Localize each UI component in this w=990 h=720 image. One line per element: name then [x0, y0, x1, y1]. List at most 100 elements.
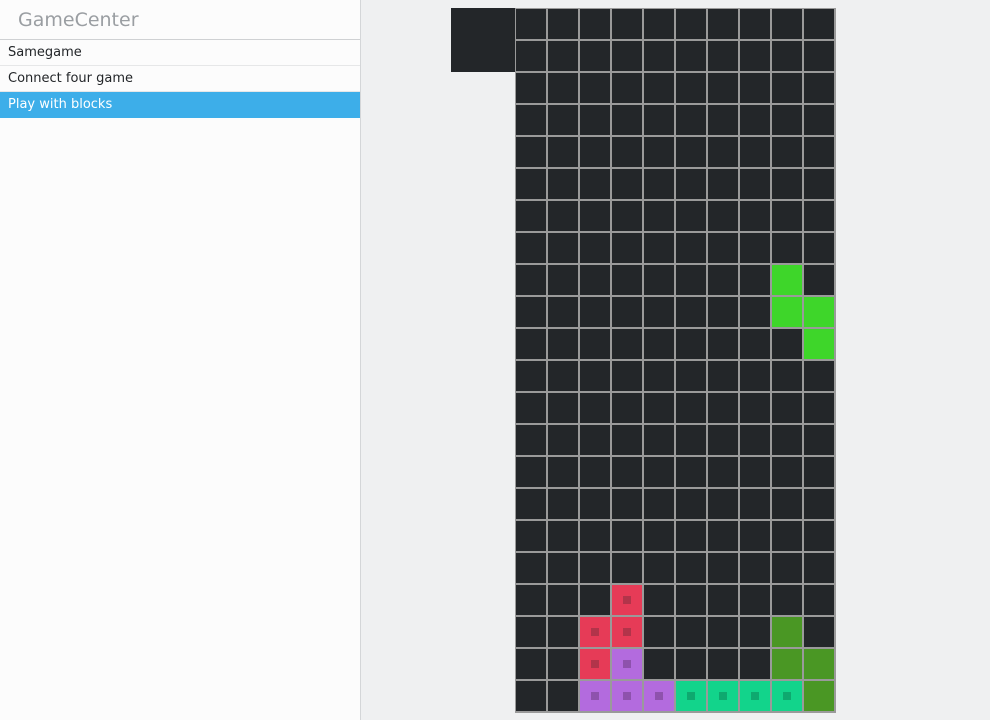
- board-cell-empty: [676, 425, 706, 455]
- board-cell-empty: [580, 329, 610, 359]
- block-center-dot: [623, 692, 631, 700]
- board-cell-empty: [676, 521, 706, 551]
- board-cell-empty: [548, 425, 578, 455]
- board-cell-empty: [740, 297, 770, 327]
- board-cell-empty: [516, 105, 546, 135]
- board-cell-empty: [708, 329, 738, 359]
- board-block: [612, 649, 642, 679]
- board-cell-empty: [644, 265, 674, 295]
- board-cell-empty: [516, 617, 546, 647]
- board-cell-empty: [580, 169, 610, 199]
- board-cell-empty: [516, 265, 546, 295]
- board-cell-empty: [548, 649, 578, 679]
- board-cell-empty: [676, 297, 706, 327]
- board-cell-empty: [644, 73, 674, 103]
- board-cell-empty: [516, 649, 546, 679]
- board-cell-empty: [612, 553, 642, 583]
- block-center-dot: [591, 660, 599, 668]
- board-cell-empty: [740, 521, 770, 551]
- board-cell-empty: [580, 9, 610, 39]
- board-cell-empty: [580, 73, 610, 103]
- board-block: [740, 681, 770, 711]
- board-cell-empty: [708, 41, 738, 71]
- board-cell-empty: [516, 233, 546, 263]
- app-title: GameCenter: [0, 0, 360, 40]
- board-cell-empty: [548, 41, 578, 71]
- board-cell-empty: [804, 393, 834, 423]
- board-cell-empty: [516, 73, 546, 103]
- board-cell-empty: [740, 457, 770, 487]
- menu-item-play-with-blocks[interactable]: Play with blocks: [0, 92, 360, 118]
- board-cell-empty: [548, 9, 578, 39]
- board-cell-empty: [676, 553, 706, 583]
- board-cell-empty: [772, 233, 802, 263]
- board-cell-empty: [644, 169, 674, 199]
- board-cell-empty: [804, 73, 834, 103]
- board-cell-empty: [740, 425, 770, 455]
- board-cell-empty: [676, 393, 706, 423]
- block-center-dot: [783, 692, 791, 700]
- board-block: [612, 681, 642, 711]
- board-cell-empty: [580, 393, 610, 423]
- board-cell-empty: [708, 521, 738, 551]
- game-menu: Samegame Connect four game Play with blo…: [0, 40, 360, 118]
- board-cell-empty: [676, 265, 706, 295]
- board-cell-empty: [644, 649, 674, 679]
- board-cell-empty: [580, 361, 610, 391]
- board-cell-empty: [644, 521, 674, 551]
- board-cell-empty: [516, 681, 546, 711]
- board-cell-empty: [612, 9, 642, 39]
- board-cell-empty: [804, 361, 834, 391]
- board-cell-empty: [740, 585, 770, 615]
- board-block: [612, 617, 642, 647]
- board-cell-empty: [548, 329, 578, 359]
- board-cell-empty: [516, 489, 546, 519]
- menu-item-samegame[interactable]: Samegame: [0, 40, 360, 66]
- board-cell-empty: [612, 297, 642, 327]
- board-cell-empty: [676, 137, 706, 167]
- board-cell-empty: [772, 41, 802, 71]
- board-cell-empty: [548, 457, 578, 487]
- board-cell-empty: [580, 265, 610, 295]
- board-cell-empty: [612, 201, 642, 231]
- board-cell-empty: [644, 585, 674, 615]
- board-cell-empty: [644, 41, 674, 71]
- board-cell-empty: [676, 457, 706, 487]
- board-cell-empty: [708, 649, 738, 679]
- board-cell-empty: [772, 489, 802, 519]
- game-board[interactable]: [515, 8, 836, 713]
- board-cell-empty: [548, 553, 578, 583]
- board-cell-empty: [548, 585, 578, 615]
- board-cell-empty: [612, 73, 642, 103]
- board-cell-empty: [676, 585, 706, 615]
- board-cell-empty: [676, 329, 706, 359]
- block-center-dot: [623, 596, 631, 604]
- board-cell-empty: [708, 265, 738, 295]
- board-cell-empty: [708, 361, 738, 391]
- board-block: [676, 681, 706, 711]
- board-cell-empty: [676, 361, 706, 391]
- board-cell-empty: [516, 521, 546, 551]
- board-cell-empty: [708, 489, 738, 519]
- board-cell-empty: [644, 617, 674, 647]
- board-cell-empty: [548, 297, 578, 327]
- board-cell-empty: [772, 201, 802, 231]
- board-cell-empty: [804, 457, 834, 487]
- menu-item-connect-four[interactable]: Connect four game: [0, 66, 360, 92]
- board-cell-empty: [612, 329, 642, 359]
- board-block: [580, 617, 610, 647]
- board-cell-empty: [740, 393, 770, 423]
- board-cell-empty: [580, 41, 610, 71]
- next-piece-preview: [451, 8, 515, 72]
- board-cell-empty: [580, 137, 610, 167]
- board-cell-empty: [772, 393, 802, 423]
- board-cell-empty: [708, 297, 738, 327]
- board-cell-empty: [740, 553, 770, 583]
- board-cell-empty: [804, 201, 834, 231]
- board-cell-empty: [644, 361, 674, 391]
- board-cell-empty: [580, 201, 610, 231]
- board-cell-empty: [804, 553, 834, 583]
- board-cell-empty: [548, 137, 578, 167]
- board-cell-empty: [548, 489, 578, 519]
- board-cell-empty: [516, 457, 546, 487]
